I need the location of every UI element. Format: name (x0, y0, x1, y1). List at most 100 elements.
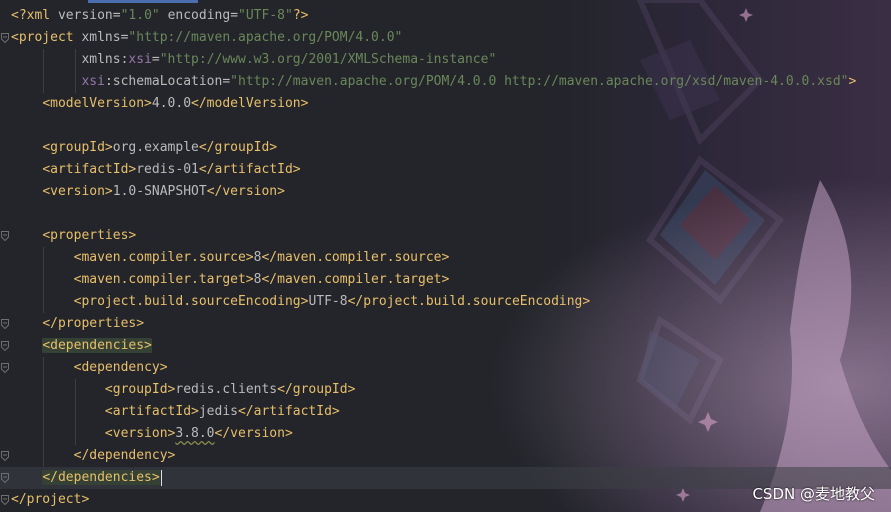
code-token: <project (11, 30, 82, 45)
code-line[interactable]: <properties> (0, 225, 891, 247)
code-token: = (222, 74, 231, 89)
code-token: </artifactId> (237, 404, 340, 419)
code-line[interactable]: <dependencies> (0, 335, 891, 357)
code-token: <artifactId> (104, 404, 199, 419)
indent-guide (43, 423, 44, 445)
text-caret (160, 469, 162, 486)
code-token: = (151, 52, 160, 67)
indent-guide (75, 49, 76, 71)
code-line[interactable]: <?xml version="1.0" encoding="UTF-8"?> (0, 5, 891, 27)
code-token: org.example (112, 140, 199, 155)
code-line[interactable]: <artifactId>redis-01</artifactId> (0, 159, 891, 181)
code-token: ?> (292, 8, 309, 23)
code-token: </version> (214, 426, 293, 441)
indent-guide (43, 49, 44, 71)
code-token: <groupId> (104, 382, 176, 397)
code-token: <version> (42, 184, 113, 199)
code-token: = (230, 8, 239, 23)
code-token: <artifactId> (42, 162, 137, 177)
code-token: <groupId> (42, 140, 113, 155)
indent-guide (43, 445, 44, 467)
code-token: > (848, 74, 857, 89)
code-token: </groupId> (277, 382, 356, 397)
code-token: redis-01 (136, 162, 199, 177)
indent-guide (75, 71, 76, 93)
code-line[interactable]: <dependency> (0, 357, 891, 379)
code-token: 1.0-SNAPSHOT (112, 184, 207, 199)
code-line[interactable] (0, 115, 891, 137)
indent-guide (75, 379, 76, 401)
indent-guide (43, 247, 44, 269)
watermark: CSDN @麦地教父 (752, 485, 875, 503)
code-token: </project> (11, 492, 90, 507)
active-tab-indicator (88, 0, 198, 3)
fold-marker-icon[interactable] (1, 451, 9, 461)
code-line[interactable]: <maven.compiler.source>8</maven.compiler… (0, 247, 891, 269)
indent-guide (43, 379, 44, 401)
matched-tag: </dependencies> (42, 470, 160, 485)
code-token: redis.clients (175, 382, 278, 397)
code-line[interactable]: <version>3.8.0</version> (0, 423, 891, 445)
fold-gutter (0, 0, 10, 512)
code-token: </artifactId> (198, 162, 301, 177)
fold-marker-icon[interactable] (1, 33, 9, 43)
code-token: jedis (198, 404, 238, 419)
code-token: </dependency> (73, 448, 176, 463)
code-line[interactable]: xsi:schemaLocation="http://maven.apache.… (0, 71, 891, 93)
fold-marker-icon[interactable] (1, 341, 9, 351)
code-warning-token: 3.8.0 (175, 426, 215, 441)
code-token: xmlns (81, 30, 121, 45)
matched-tag: <dependencies> (42, 338, 152, 353)
code-token: = (112, 8, 121, 23)
code-token: </project.build.sourceEncoding> (347, 294, 591, 309)
code-token: "UTF-8" (238, 8, 293, 23)
code-token: encoding (167, 8, 231, 23)
code-token: </version> (206, 184, 285, 199)
code-token: UTF-8 (308, 294, 348, 309)
code-line[interactable]: xmlns:xsi="http://www.w3.org/2001/XMLSch… (0, 49, 891, 71)
indent-guide (43, 71, 44, 93)
indent-guide (75, 401, 76, 423)
code-token: : (104, 74, 113, 89)
fold-marker-icon[interactable] (1, 319, 9, 329)
code-token: "http://maven.apache.org/POM/4.0.0 http:… (230, 74, 849, 89)
fold-marker-icon[interactable] (1, 363, 9, 373)
code-line[interactable]: <version>1.0-SNAPSHOT</version> (0, 181, 891, 203)
fold-marker-icon[interactable] (1, 473, 9, 483)
indent-guide (43, 291, 44, 313)
fold-marker-icon[interactable] (1, 231, 9, 241)
code-token: xsi (128, 52, 152, 67)
code-token: "http://maven.apache.org/POM/4.0.0" (128, 30, 403, 45)
fold-marker-icon[interactable] (1, 495, 9, 505)
code-token: </modelVersion> (191, 96, 309, 111)
code-token: <properties> (42, 228, 137, 243)
code-token: xmlns (81, 52, 121, 67)
code-line[interactable]: <groupId>org.example</groupId> (0, 137, 891, 159)
code-line[interactable] (0, 203, 891, 225)
code-token: 4.0.0 (151, 96, 192, 111)
code-token: <?xml (11, 8, 58, 23)
indent-guide (75, 423, 76, 445)
code-editor[interactable]: <?xml version="1.0" encoding="UTF-8"?> <p… (0, 5, 891, 511)
code-token: xsi (81, 74, 105, 89)
code-token: "http://www.w3.org/2001/XMLSchema-instan… (159, 52, 497, 67)
code-line[interactable]: <maven.compiler.target>8</maven.compiler… (0, 269, 891, 291)
code-token: <dependency> (73, 360, 168, 375)
code-token: </maven.compiler.target> (261, 272, 450, 287)
code-line[interactable]: <artifactId>jedis</artifactId> (0, 401, 891, 423)
code-line[interactable]: </dependency> (0, 445, 891, 467)
code-line[interactable]: <project.build.sourceEncoding>UTF-8</pro… (0, 291, 891, 313)
code-line[interactable]: <modelVersion>4.0.0</modelVersion> (0, 93, 891, 115)
code-line[interactable]: <project xmlns="http://maven.apache.org/… (0, 27, 891, 49)
code-line[interactable]: <groupId>redis.clients</groupId> (0, 379, 891, 401)
code-token: </properties> (42, 316, 145, 331)
code-line[interactable]: </properties> (0, 313, 891, 335)
code-token: <maven.compiler.source> (73, 250, 254, 265)
